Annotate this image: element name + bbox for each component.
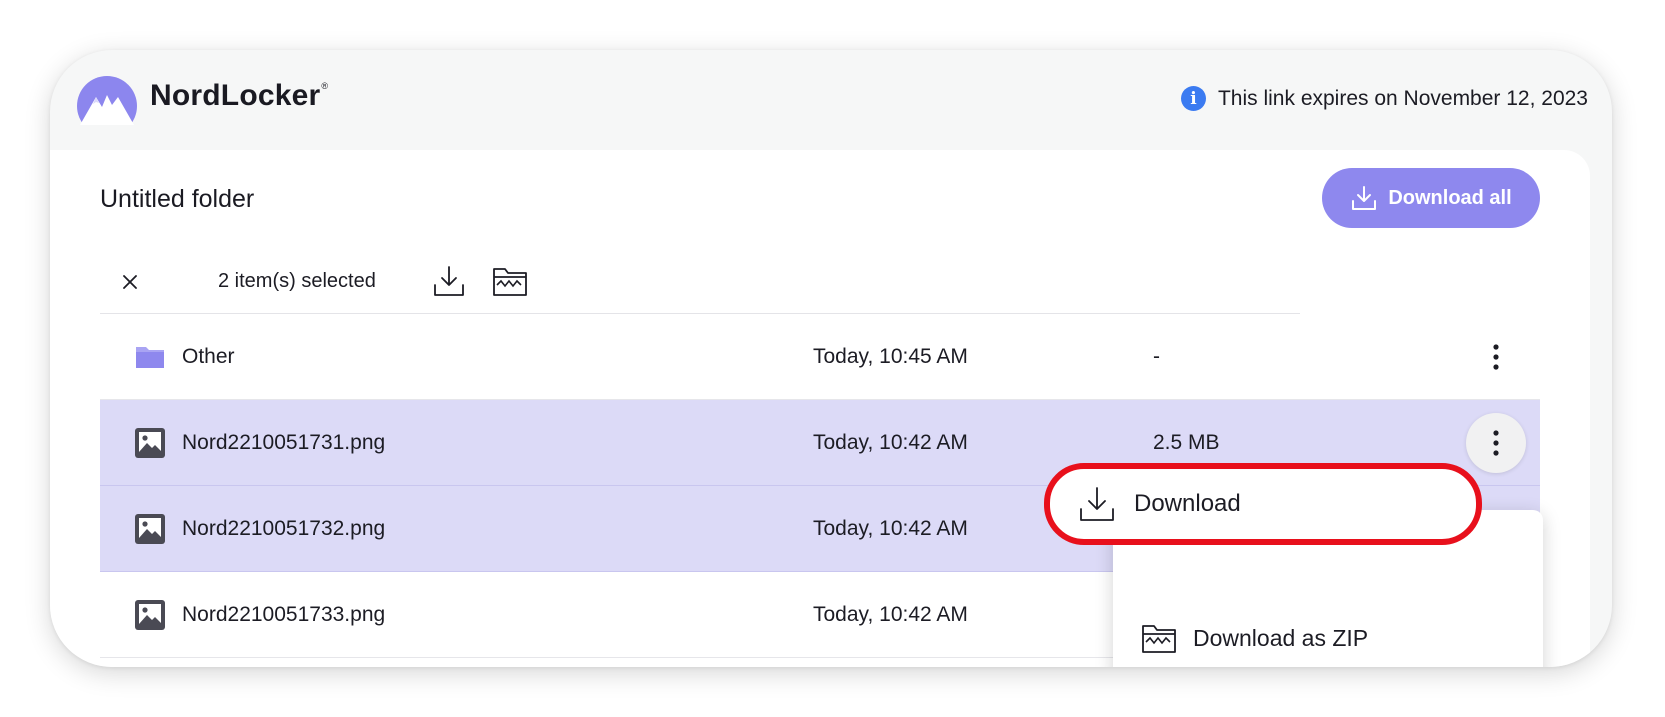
selection-toolbar: 2 item(s) selected: [100, 250, 1300, 314]
file-name: Nord2210051732.png: [182, 517, 386, 540]
clear-selection-icon[interactable]: [118, 270, 142, 294]
file-name: Nord2210051731.png: [182, 431, 386, 454]
app-window: NordLocker® i This link expires on Novem…: [50, 50, 1612, 667]
nordlocker-logo-icon: [77, 76, 137, 125]
more-options-button[interactable]: [1466, 327, 1526, 387]
download-icon: [1352, 186, 1377, 210]
download-as-zip-menu-item[interactable]: Download as ZIP: [1113, 599, 1543, 667]
kebab-icon: [1493, 344, 1499, 370]
app-name: NordLocker®: [150, 79, 329, 112]
file-date: Today, 10:45 AM: [813, 345, 968, 368]
expiry-notice: i This link expires on November 12, 2023: [1180, 86, 1588, 111]
info-icon: i: [1180, 86, 1206, 111]
folder-icon: [136, 347, 164, 368]
image-file-icon: [135, 428, 165, 458]
file-date: Today, 10:42 AM: [813, 431, 968, 454]
download-label: Download: [1134, 490, 1241, 517]
image-file-icon: [135, 514, 165, 544]
file-date: Today, 10:42 AM: [813, 603, 968, 626]
download-as-zip-label: Download as ZIP: [1193, 624, 1369, 651]
kebab-icon: [1493, 430, 1499, 456]
table-row[interactable]: Other Today, 10:45 AM -: [100, 314, 1540, 400]
expiry-text: This link expires on November 12, 2023: [1217, 86, 1588, 110]
file-name: Other: [182, 345, 235, 368]
image-file-icon: [135, 600, 165, 630]
file-date: Today, 10:42 AM: [813, 517, 968, 540]
download-selected-icon[interactable]: [432, 264, 466, 298]
folder-title: Untitled folder: [100, 185, 255, 213]
download-menu-item[interactable]: Download: [1044, 463, 1482, 545]
zip-folder-icon: [1142, 625, 1176, 653]
header: NordLocker® i This link expires on Novem…: [50, 50, 1612, 150]
download-all-button[interactable]: Download all: [1322, 168, 1540, 228]
file-name: Nord2210051733.png: [182, 603, 386, 626]
download-zip-icon[interactable]: [492, 265, 528, 297]
download-icon: [1080, 487, 1114, 521]
file-size: 2.5 MB: [1153, 431, 1220, 454]
selection-count: 2 item(s) selected: [218, 270, 376, 292]
file-size: -: [1153, 345, 1160, 368]
download-all-label: Download all: [1388, 186, 1512, 209]
